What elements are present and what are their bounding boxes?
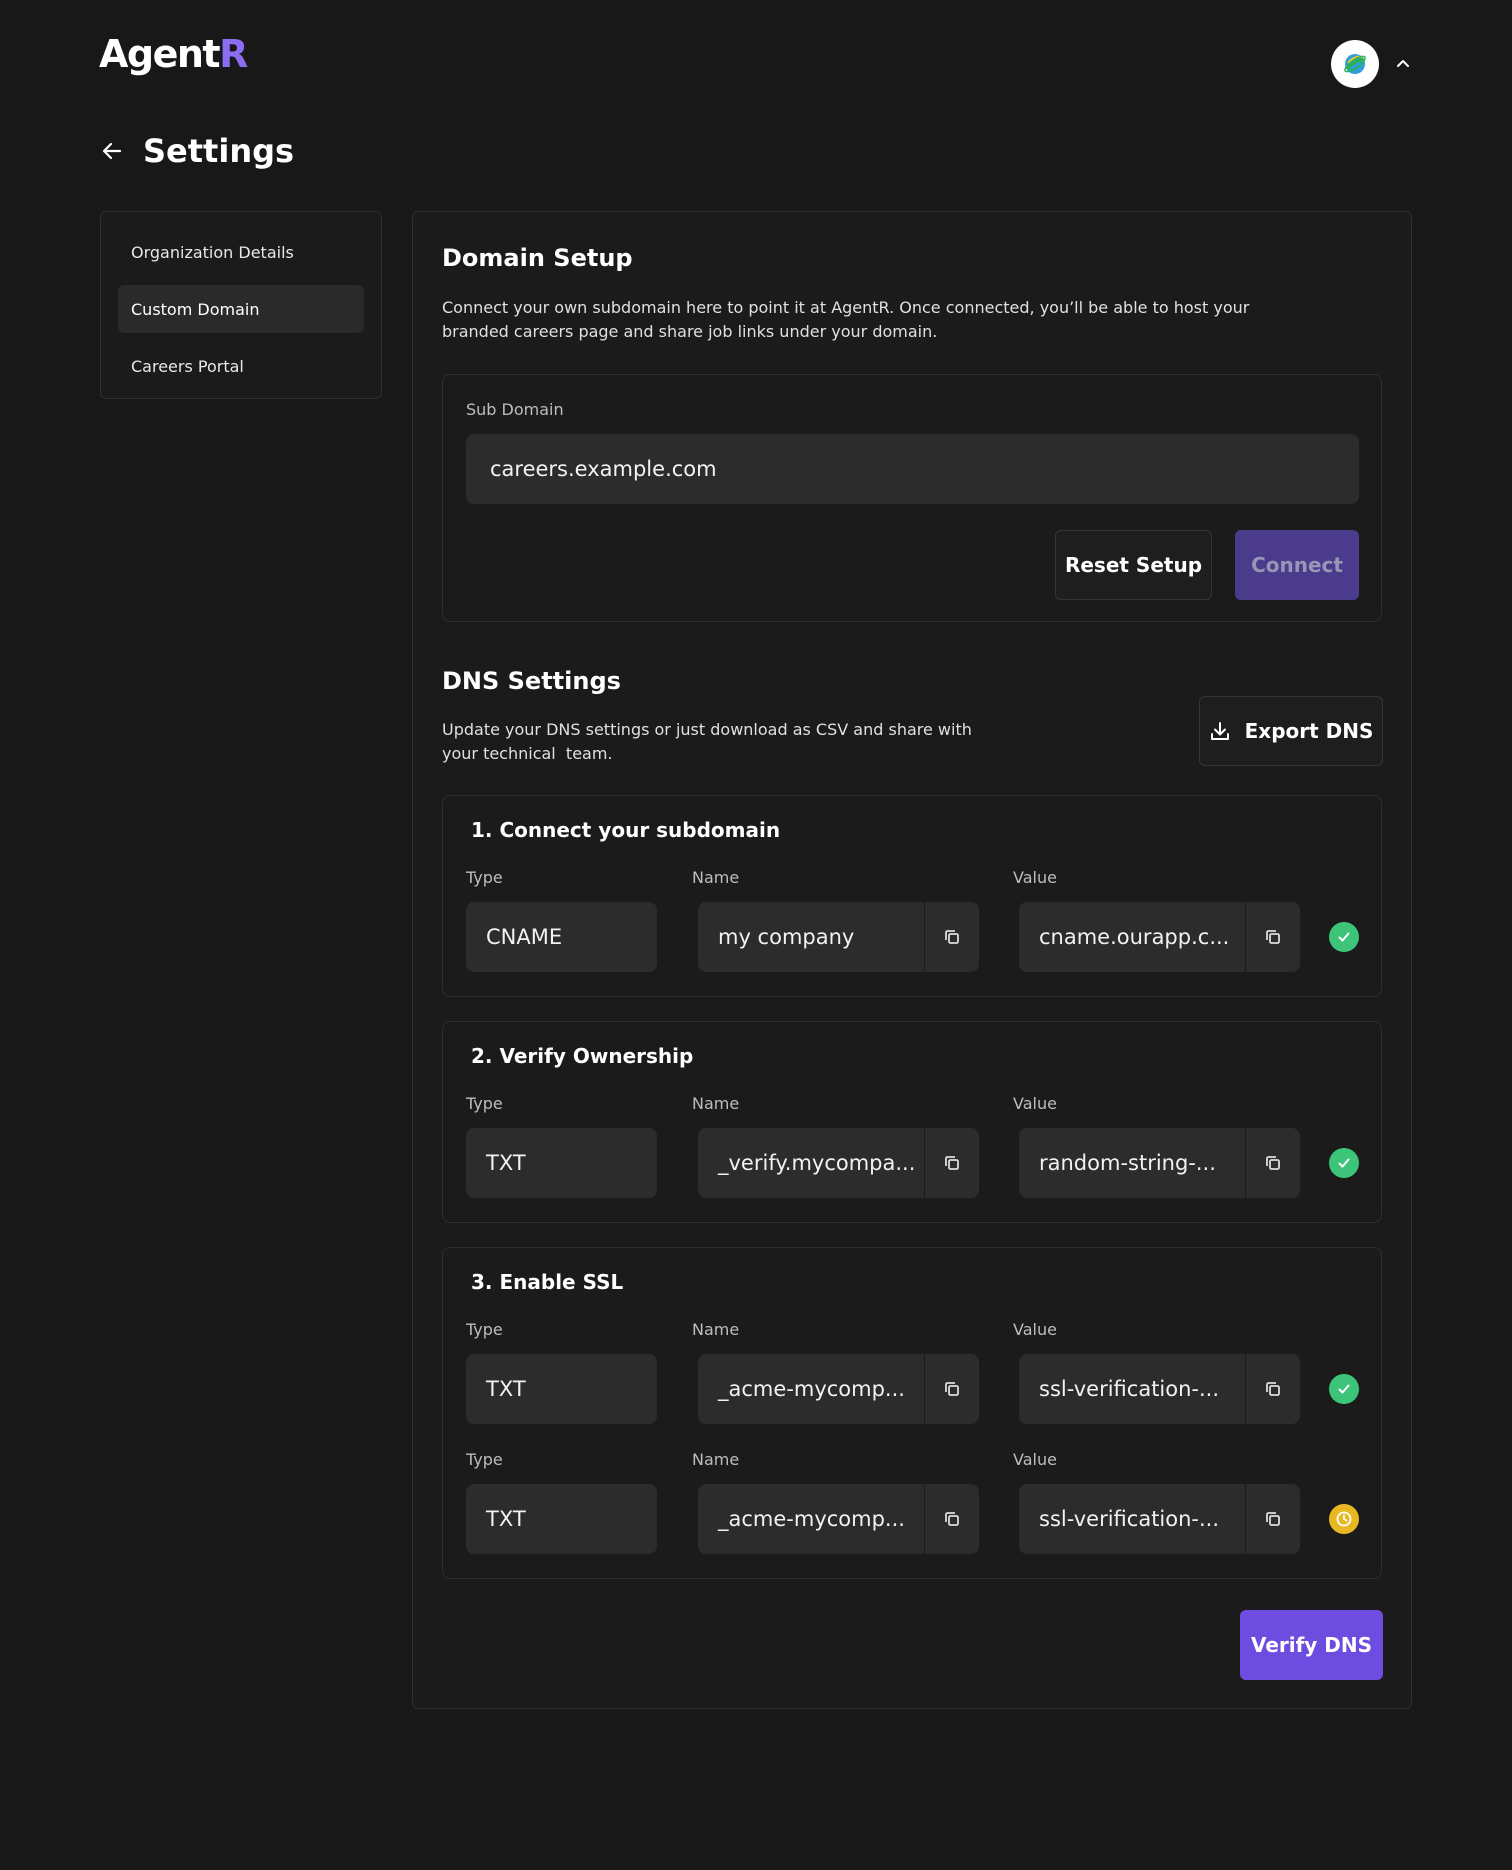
- subdomain-input[interactable]: careers.example.com: [466, 434, 1359, 504]
- logo-accent: R: [219, 32, 248, 76]
- record-value-field: ssl-verification-...: [1019, 1484, 1300, 1554]
- record-type-field: TXT: [466, 1128, 657, 1198]
- profile-menu[interactable]: [1331, 40, 1413, 88]
- record-type-field: TXT: [466, 1484, 657, 1554]
- export-dns-button[interactable]: Export DNS: [1199, 696, 1383, 766]
- dns-step-verify-ownership: 2. Verify Ownership Type Name Value TXT …: [442, 1021, 1382, 1223]
- name-label: Name: [692, 1094, 740, 1113]
- record-name-field: _acme-mycomp...: [698, 1354, 979, 1424]
- copy-icon[interactable]: [1245, 1484, 1300, 1554]
- domain-settings-panel: Domain Setup Connect your own subdomain …: [412, 211, 1412, 1709]
- step-title: 1. Connect your subdomain: [471, 818, 781, 842]
- copy-icon[interactable]: [1245, 1128, 1300, 1198]
- dns-step-enable-ssl: 3. Enable SSL Type Name Value TXT _acme-…: [442, 1247, 1382, 1579]
- record-type-field: TXT: [466, 1354, 657, 1424]
- record-value-field: random-string-...: [1019, 1128, 1300, 1198]
- dns-settings-description: Update your DNS settings or just downloa…: [442, 718, 972, 766]
- arrow-left-icon[interactable]: [99, 138, 125, 164]
- record-value: random-string-...: [1039, 1151, 1216, 1175]
- name-label: Name: [692, 1450, 740, 1469]
- app-logo[interactable]: AgentR: [99, 32, 248, 76]
- record-value-field: cname.ourapp.c...: [1019, 902, 1300, 972]
- subdomain-label: Sub Domain: [466, 400, 564, 419]
- record-value-field: ssl-verification-...: [1019, 1354, 1300, 1424]
- record-name-field: _acme-mycomp...: [698, 1484, 979, 1554]
- sidebar-item-custom-domain[interactable]: Custom Domain: [118, 285, 364, 333]
- chevron-up-icon[interactable]: [1393, 54, 1413, 74]
- domain-setup-description: Connect your own subdomain here to point…: [442, 296, 1249, 344]
- copy-icon[interactable]: [1245, 902, 1300, 972]
- dns-description-line2: your technical team.: [442, 744, 613, 763]
- record-type: CNAME: [486, 925, 563, 949]
- verified-check-icon: [1329, 922, 1359, 952]
- record-name: _verify.mycompa...: [718, 1151, 916, 1175]
- domain-setup-description-line2: branded careers page and share job links…: [442, 322, 938, 341]
- sidebar-item-organization-details[interactable]: Organization Details: [118, 228, 364, 276]
- dns-settings-title: DNS Settings: [442, 667, 621, 695]
- name-label: Name: [692, 1320, 740, 1339]
- verified-check-icon: [1329, 1374, 1359, 1404]
- settings-sidebar: Organization Details Custom Domain Caree…: [100, 211, 382, 399]
- verify-dns-button[interactable]: Verify DNS: [1240, 1610, 1383, 1680]
- record-type: TXT: [486, 1151, 526, 1175]
- reset-setup-button[interactable]: Reset Setup: [1055, 530, 1212, 600]
- type-label: Type: [466, 1094, 503, 1113]
- page-title: Settings: [143, 132, 295, 170]
- copy-icon[interactable]: [924, 902, 979, 972]
- step-title: 3. Enable SSL: [471, 1270, 624, 1294]
- logo-text: Agent: [99, 32, 221, 76]
- type-label: Type: [466, 868, 503, 887]
- planet-logo-icon: [1344, 54, 1366, 74]
- record-name: _acme-mycomp...: [718, 1377, 905, 1401]
- dns-step-connect-subdomain: 1. Connect your subdomain Type Name Valu…: [442, 795, 1382, 997]
- value-label: Value: [1013, 1094, 1057, 1113]
- page-header: Settings: [99, 132, 294, 170]
- download-icon: [1210, 722, 1229, 740]
- dns-description-line1: Update your DNS settings or just downloa…: [442, 720, 972, 739]
- type-label: Type: [466, 1320, 503, 1339]
- type-label: Type: [466, 1450, 503, 1469]
- record-type: TXT: [486, 1507, 526, 1531]
- copy-icon[interactable]: [1245, 1354, 1300, 1424]
- record-value: cname.ourapp.c...: [1039, 925, 1230, 949]
- name-label: Name: [692, 868, 740, 887]
- record-name: _acme-mycomp...: [718, 1507, 905, 1531]
- verified-check-icon: [1329, 1148, 1359, 1178]
- record-value: ssl-verification-...: [1039, 1377, 1220, 1401]
- value-label: Value: [1013, 868, 1057, 887]
- value-label: Value: [1013, 1320, 1057, 1339]
- sidebar-item-careers-portal[interactable]: Careers Portal: [118, 342, 364, 390]
- pending-clock-icon: [1329, 1504, 1359, 1534]
- record-name: my company: [718, 925, 855, 949]
- connect-button[interactable]: Connect: [1235, 530, 1359, 600]
- record-value: ssl-verification-...: [1039, 1507, 1220, 1531]
- record-type: TXT: [486, 1377, 526, 1401]
- copy-icon[interactable]: [924, 1484, 979, 1554]
- settings-page: AgentR Settings Organization Details Cus…: [0, 0, 1512, 1870]
- copy-icon[interactable]: [924, 1354, 979, 1424]
- domain-setup-title: Domain Setup: [442, 244, 633, 272]
- subdomain-card: Sub Domain careers.example.com Reset Set…: [442, 374, 1382, 622]
- domain-setup-description-line1: Connect your own subdomain here to point…: [442, 298, 1250, 317]
- record-type-field: CNAME: [466, 902, 657, 972]
- value-label: Value: [1013, 1450, 1057, 1469]
- copy-icon[interactable]: [924, 1128, 979, 1198]
- step-title: 2. Verify Ownership: [471, 1044, 694, 1068]
- avatar[interactable]: [1331, 40, 1379, 88]
- export-dns-label: Export DNS: [1244, 719, 1374, 743]
- record-name-field: _verify.mycompa...: [698, 1128, 979, 1198]
- record-name-field: my company: [698, 902, 979, 972]
